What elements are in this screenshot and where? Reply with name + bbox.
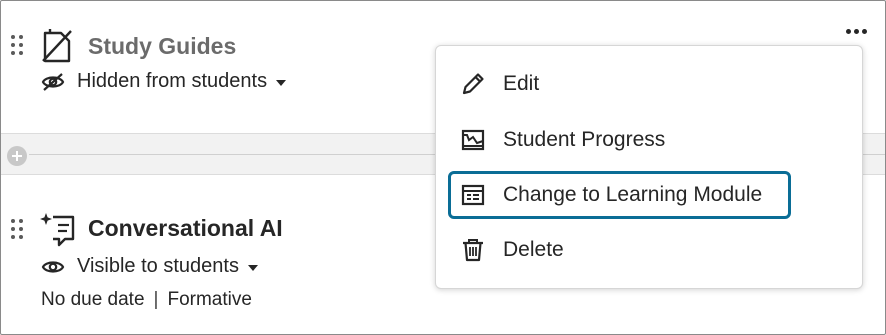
menu-item-student-progress[interactable]: Student Progress [448, 116, 791, 164]
menu-item-label: Student Progress [503, 128, 666, 151]
conversational-ai-icon [39, 211, 77, 252]
visibility-label: Hidden from students [77, 70, 268, 92]
drag-handle-icon[interactable] [11, 35, 25, 57]
menu-item-label: Delete [503, 238, 564, 261]
menu-item-label: Edit [503, 72, 540, 95]
drag-handle-icon[interactable] [11, 219, 25, 241]
menu-item-label: Change to Learning Module [503, 183, 763, 206]
grading-type-label: Formative [167, 289, 252, 310]
hidden-document-icon [39, 29, 75, 70]
item-meta: No due date | Formative [41, 289, 252, 311]
content-list: Study Guides Hidden from students Conver… [0, 0, 886, 335]
progress-icon [459, 126, 487, 154]
eye-icon [41, 258, 65, 276]
eye-slash-icon [41, 72, 65, 92]
pencil-icon [459, 70, 487, 98]
menu-item-delete[interactable]: Delete [448, 226, 791, 274]
add-content-icon[interactable] [7, 146, 27, 166]
menu-item-edit[interactable]: Edit [448, 60, 791, 108]
visibility-dropdown[interactable]: Visible to students [41, 255, 258, 278]
learning-module-icon [459, 181, 487, 209]
meta-separator: | [153, 289, 159, 310]
visibility-label: Visible to students [77, 255, 239, 277]
more-options-icon[interactable] [846, 29, 867, 34]
caret-down-icon [247, 264, 258, 271]
due-date-label: No due date [41, 289, 145, 310]
item-options-menu: Edit Student Progress Change to Learning… [435, 45, 863, 289]
visibility-dropdown[interactable]: Hidden from students [41, 70, 287, 93]
caret-down-icon [276, 79, 287, 86]
item-title[interactable]: Study Guides [88, 33, 236, 60]
menu-item-change-to-learning-module[interactable]: Change to Learning Module [448, 171, 791, 219]
trash-icon [459, 236, 487, 264]
item-title[interactable]: Conversational AI [88, 215, 283, 242]
